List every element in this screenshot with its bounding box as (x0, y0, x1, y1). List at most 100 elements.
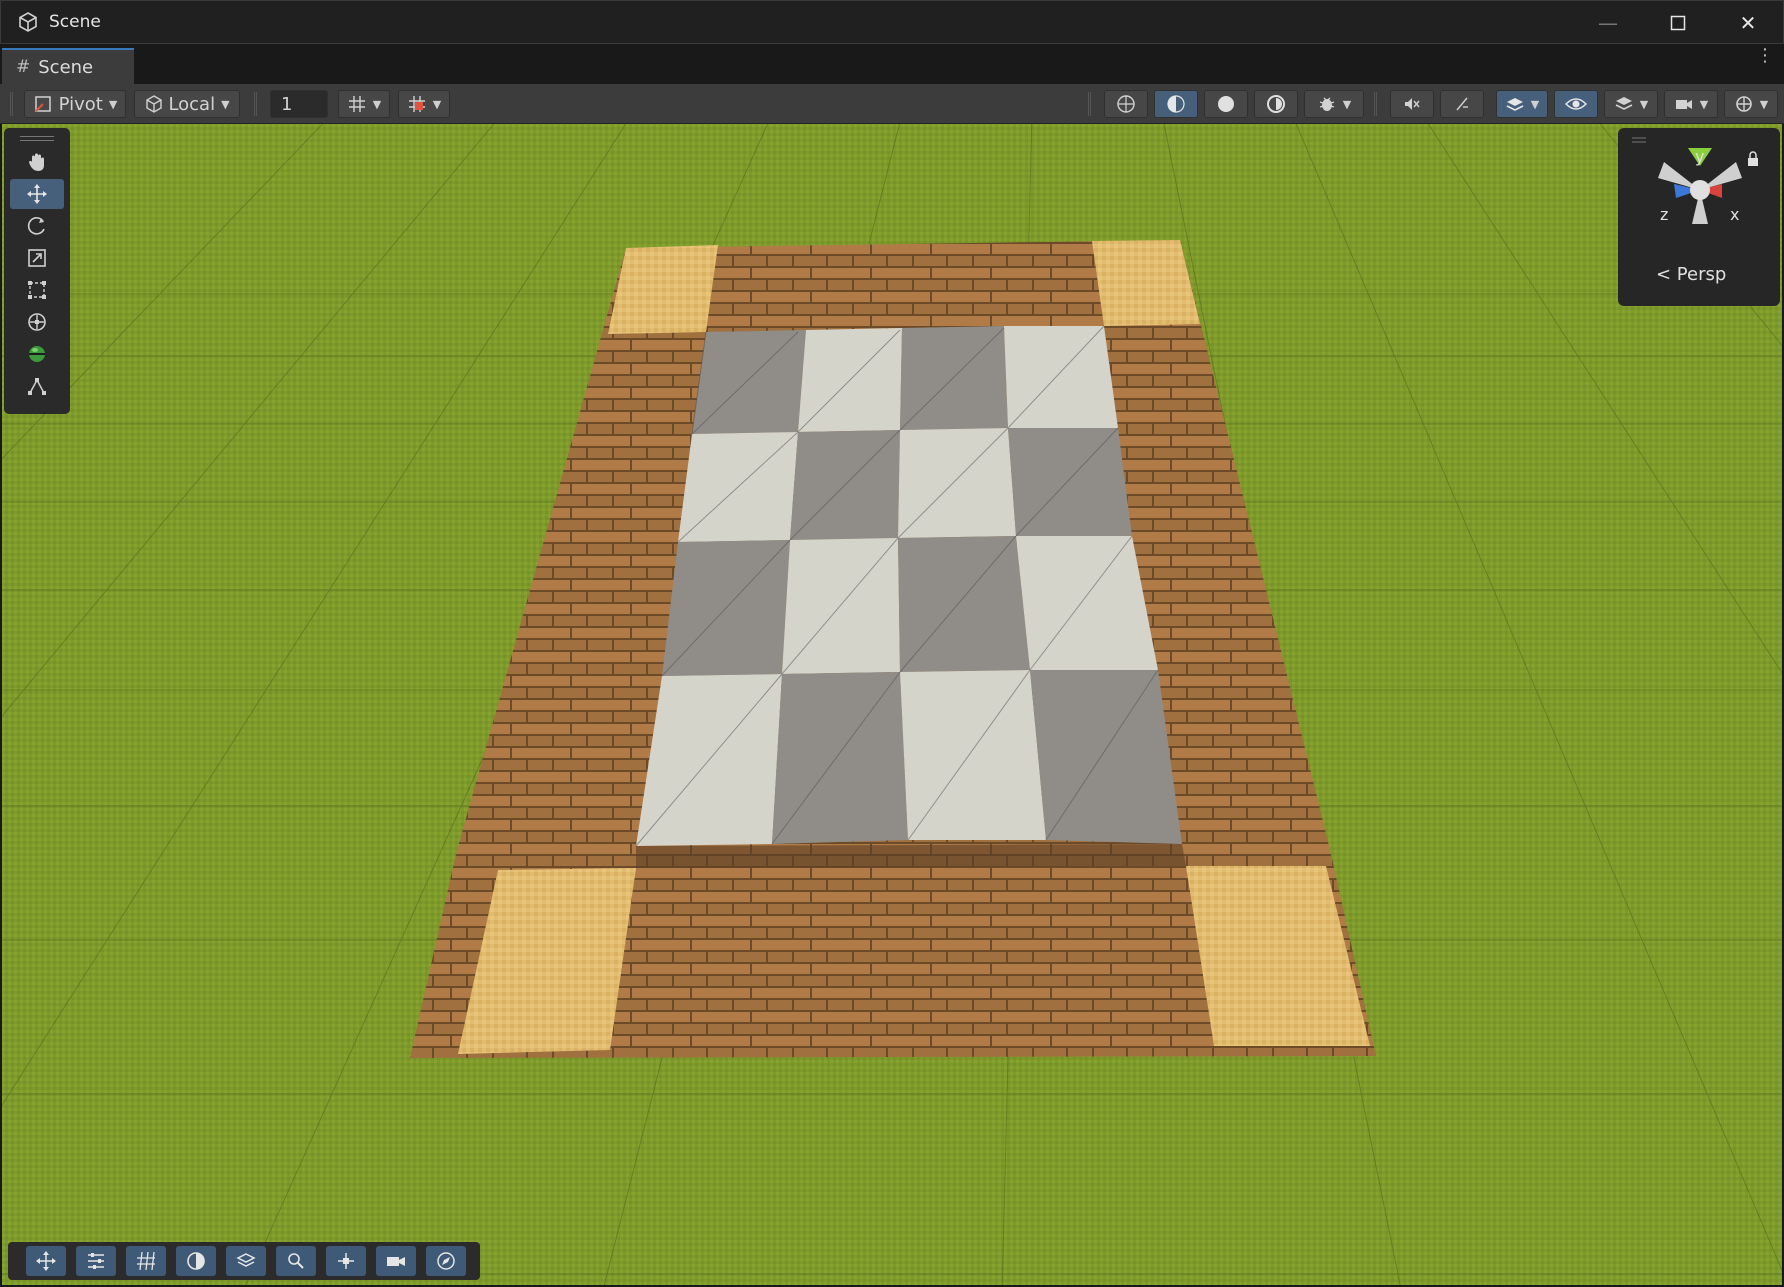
fx-button[interactable] (1440, 90, 1484, 118)
shaded-icon (1167, 95, 1185, 113)
toolbar-grip[interactable] (254, 92, 257, 116)
scale-tool-button[interactable] (10, 243, 64, 273)
maximize-icon (1670, 15, 1686, 31)
overlay-align-button[interactable] (76, 1246, 116, 1276)
increment-snap-dropdown[interactable]: ▼ (398, 90, 450, 118)
overlay-layers-button[interactable] (226, 1246, 266, 1276)
sphere-icon (29, 346, 45, 362)
move-icon (36, 1251, 56, 1271)
audio-mute-button[interactable] (1390, 90, 1434, 118)
draw-mode-dropdown[interactable]: ▼ (1604, 90, 1658, 118)
chevron-down-icon: ▼ (432, 97, 442, 111)
visibility-button[interactable] (1554, 90, 1598, 118)
local-dropdown[interactable]: Local ▼ (134, 90, 240, 118)
rotate-tool-button[interactable] (10, 211, 64, 241)
gizmo-x-label[interactable]: x (1730, 205, 1739, 224)
visibility-icon (1565, 98, 1587, 110)
audio-mute-icon (1405, 98, 1420, 110)
lighting-icon (1267, 95, 1285, 113)
scale-icon (28, 249, 46, 267)
rotate-icon (27, 217, 45, 235)
chevron-down-icon: ▼ (372, 97, 382, 111)
chevron-down-icon: ▼ (1342, 97, 1352, 111)
vertex-icon (28, 378, 46, 395)
layers-dropdown[interactable]: ▼ (1496, 90, 1548, 118)
close-button[interactable]: ✕ (1713, 1, 1783, 45)
hand-icon (29, 153, 44, 171)
gizmo-z-label[interactable]: z (1660, 205, 1668, 224)
scene-render[interactable] (2, 124, 1782, 1285)
stone-checkerboard (636, 326, 1182, 846)
pivot-dropdown[interactable]: Pivot ▼ (24, 90, 126, 118)
orientation-gizmo[interactable]: y z x < Persp (1618, 128, 1780, 306)
scene-viewport[interactable] (2, 124, 1782, 1285)
wireframe-icon (1117, 95, 1135, 113)
tab-scene[interactable]: # Scene (2, 48, 134, 84)
camera-icon (1675, 100, 1692, 109)
overlay-camera-button[interactable] (376, 1246, 416, 1276)
unity-cube-icon (19, 12, 37, 32)
search-icon (288, 1253, 304, 1269)
local-icon (146, 95, 163, 113)
unlit-button[interactable] (1204, 90, 1248, 118)
tab-menu-button[interactable]: ⋮ (1756, 47, 1774, 65)
overlay-search-button[interactable] (276, 1246, 316, 1276)
pivot-icon (338, 1253, 354, 1269)
palette-drag-handle[interactable] (20, 136, 54, 141)
gizmo-drag-handle[interactable] (1632, 137, 1646, 143)
camera-dropdown[interactable]: ▼ (1664, 90, 1718, 118)
rect-tool-button[interactable] (10, 275, 64, 305)
grid-snap-dropdown[interactable]: ▼ (338, 90, 390, 118)
snap-increment-input[interactable]: 1 (270, 90, 328, 118)
transform-icon (28, 313, 46, 331)
transform-tool-button[interactable] (10, 307, 64, 337)
grid-snap-icon (348, 96, 365, 112)
scene-toolbar: Pivot ▼ Local ▼ 1 ▼ ▼ ▼ ▼ ▼ ▼ ▼ (0, 84, 1784, 124)
hand-tool-button[interactable] (10, 147, 64, 177)
local-label: Local (168, 93, 216, 115)
overlay-orientation-button[interactable] (176, 1246, 216, 1276)
overlay-grid-button[interactable] (126, 1246, 166, 1276)
edit-tool-button[interactable] (10, 371, 64, 401)
move-tool-button[interactable] (10, 179, 64, 209)
fx-icon (1456, 97, 1468, 111)
tool-palette (4, 128, 70, 414)
orientation-icon (187, 1252, 205, 1270)
window-title: Scene (49, 12, 101, 32)
chevron-down-icon: ▼ (1530, 97, 1540, 111)
lock-icon[interactable] (1748, 151, 1758, 166)
gizmo-y-label[interactable]: y (1695, 147, 1704, 166)
projection-toggle[interactable]: < Persp (1656, 264, 1726, 285)
toolbar-grip[interactable] (1088, 92, 1091, 116)
overlay-pivot-button[interactable] (326, 1246, 366, 1276)
chevron-down-icon: ▼ (1639, 97, 1649, 111)
wireframe-button[interactable] (1104, 90, 1148, 118)
chevron-down-icon: ▼ (108, 97, 118, 111)
camera-icon (387, 1257, 405, 1266)
axis-gizmo-icon[interactable]: y z x (1618, 128, 1780, 258)
grid-icon (137, 1251, 155, 1271)
debug-dropdown[interactable]: ▼ (1304, 90, 1364, 118)
window-title-bar: Scene — ✕ (0, 0, 1784, 44)
layers-icon (1506, 98, 1524, 111)
overlay-move-button[interactable] (26, 1246, 66, 1276)
maximize-button[interactable] (1643, 1, 1713, 45)
draw-mode-icon (1615, 97, 1633, 110)
gizmos-icon (1735, 96, 1752, 112)
overlay-navigation-button[interactable] (426, 1246, 466, 1276)
scene-tab-icon: # (16, 57, 31, 77)
chevron-down-icon: ▼ (221, 97, 230, 111)
gizmos-dropdown[interactable]: ▼ (1724, 90, 1778, 118)
tab-scene-label: Scene (38, 56, 94, 78)
toolbar-grip[interactable] (10, 92, 13, 116)
chevron-down-icon: ▼ (1759, 97, 1769, 111)
lighting-button[interactable] (1254, 90, 1298, 118)
shaded-button[interactable] (1154, 90, 1198, 118)
unlit-icon (1218, 96, 1234, 112)
align-icon (88, 1253, 104, 1269)
rect-icon (28, 281, 46, 299)
pivot-label: Pivot (58, 93, 103, 115)
toolbar-grip[interactable] (1374, 92, 1377, 116)
minimize-button[interactable]: — (1573, 1, 1643, 45)
custom-tool-button[interactable] (10, 339, 64, 369)
